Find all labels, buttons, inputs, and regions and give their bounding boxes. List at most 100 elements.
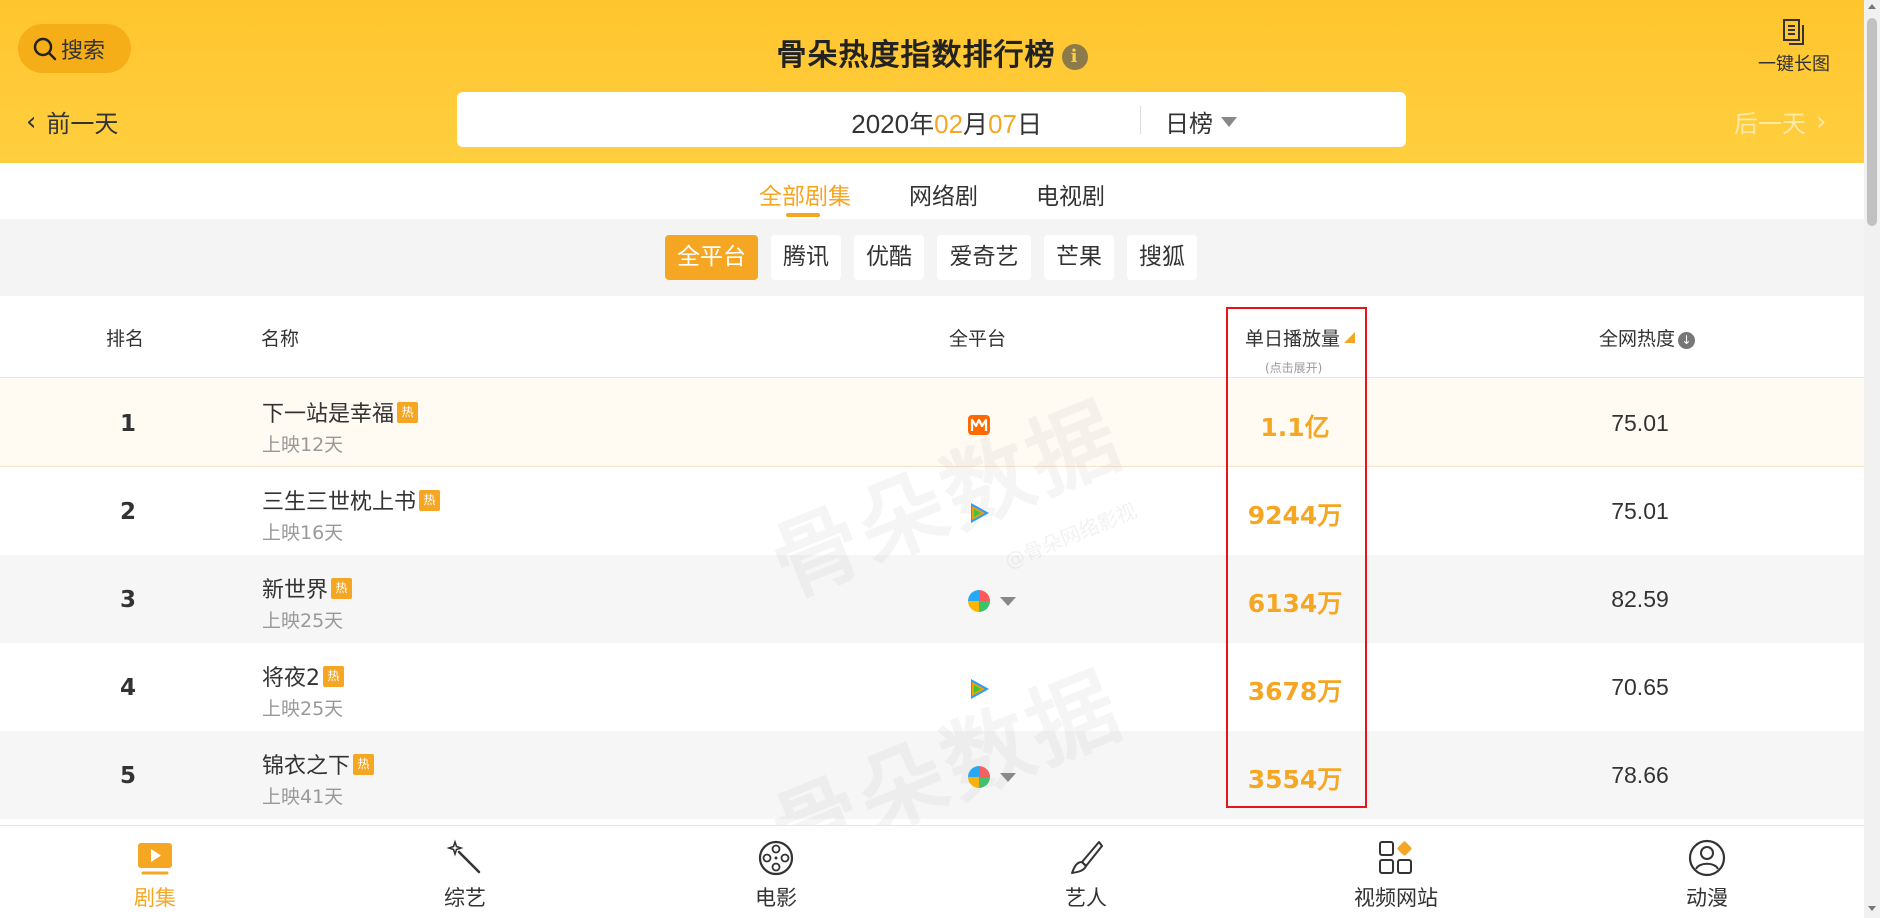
row-release-days: 上映12天 <box>262 434 344 456</box>
nav-series[interactable]: 剧集 <box>100 838 210 912</box>
header-platform: 全平台 <box>949 328 1007 350</box>
sort-indicator-icon <box>1344 332 1356 343</box>
scrollbar[interactable] <box>1864 0 1880 918</box>
row-title-line: 三生三世枕上书热 <box>262 484 441 516</box>
row-heat: 70.65 <box>1611 674 1669 700</box>
header-daily-plays-hint[interactable]: (点击展开) <box>1265 359 1322 376</box>
next-day-label: 后一天 <box>1734 110 1806 138</box>
platform-iqiyi-button[interactable]: 爱奇艺 <box>937 235 1031 280</box>
category-tabs: 全部剧集 网络剧 电视剧 <box>0 163 1864 219</box>
row-rank: 1 <box>119 411 136 437</box>
platform-filter: 全平台 腾讯 优酷 爱奇艺 芒果 搜狐 <box>0 219 1864 296</box>
tab-tv-series[interactable]: 电视剧 <box>1036 177 1105 211</box>
row-title[interactable]: 锦衣之下 <box>262 748 350 780</box>
date-month: 02 <box>934 109 964 139</box>
platform-sohu-button[interactable]: 搜狐 <box>1127 235 1197 280</box>
scroll-up-arrow-icon[interactable] <box>1868 4 1876 9</box>
row-rank: 2 <box>119 499 136 525</box>
next-day-button[interactable]: 后一天 › <box>1734 104 1826 139</box>
hot-badge: 热 <box>397 401 419 423</box>
caret-down-icon[interactable] <box>1000 597 1016 606</box>
prev-day-label: 前一天 <box>46 110 119 138</box>
info-icon[interactable]: i <box>1061 44 1088 70</box>
nav-movie-label: 电影 <box>755 886 797 910</box>
table-row[interactable]: 3 新世界热上映25天 6134万 82.59 <box>0 555 1864 643</box>
scrollbar-thumb[interactable] <box>1867 18 1877 226</box>
date-display[interactable]: 2020年02月07日 <box>457 105 1142 141</box>
caret-down-icon[interactable] <box>1000 773 1016 782</box>
row-title[interactable]: 三生三世枕上书 <box>262 484 416 516</box>
chevron-left-icon: ‹ <box>26 106 37 137</box>
table-row[interactable]: 4 将夜2 热上映25天 3678万 70.65 <box>0 643 1864 731</box>
header-daily-plays-label: 单日播放量 <box>1245 328 1341 350</box>
multi-platform-icon <box>968 590 990 612</box>
nav-variety-label: 综艺 <box>444 886 486 910</box>
platform-mango-button[interactable]: 芒果 <box>1044 235 1114 280</box>
row-rank: 5 <box>119 763 136 789</box>
row-heat: 78.66 <box>1611 762 1669 788</box>
row-daily-plays: 3678万 <box>1247 677 1343 706</box>
hot-badge: 热 <box>419 489 441 511</box>
header-heat[interactable]: 全网热度 ↓ <box>1599 324 1696 351</box>
nav-artist[interactable]: 艺人 <box>1031 838 1141 912</box>
document-icon <box>1783 19 1804 45</box>
scroll-down-arrow-icon[interactable] <box>1868 906 1876 911</box>
row-title-line: 将夜2 热 <box>262 660 344 692</box>
row-daily-plays: 3554万 <box>1247 765 1343 794</box>
mango-icon <box>968 415 990 435</box>
film-reel-icon <box>758 840 794 876</box>
caret-down-icon <box>1221 116 1237 127</box>
hot-badge: 热 <box>323 665 344 687</box>
page-title-text: 骨朵热度指数排行榜 <box>776 38 1056 73</box>
table-row[interactable]: 5 锦衣之下热上映41天 3554万 78.66 <box>0 731 1864 819</box>
platform-all-button[interactable]: 全平台 <box>665 235 758 280</box>
nav-series-label: 剧集 <box>134 886 176 910</box>
nav-anime[interactable]: 动漫 <box>1652 838 1762 912</box>
header: 搜索 骨朵热度指数排行榜 i 一键长图 ‹ 前一天 2020年02月07日 日榜 … <box>0 0 1864 163</box>
header-rank: 排名 <box>106 328 145 350</box>
row-title[interactable]: 将夜2 <box>262 660 320 692</box>
row-release-days: 上映16天 <box>262 522 344 544</box>
platform-tencent-button[interactable]: 腾讯 <box>771 235 841 280</box>
header-name: 名称 <box>261 328 300 350</box>
row-release-days: 上映25天 <box>262 610 344 632</box>
date-selector[interactable]: 2020年02月07日 日榜 <box>457 92 1406 147</box>
magic-wand-icon <box>446 839 481 874</box>
table-header: 排名 名称 全平台 单日播放量 (点击展开) 全网热度 ↓ <box>0 296 1864 378</box>
row-heat: 75.01 <box>1611 498 1669 524</box>
arrow-down-circle-icon: ↓ <box>1678 332 1696 349</box>
hot-badge: 热 <box>331 577 353 599</box>
long-picture-button[interactable]: 一键长图 <box>1752 18 1836 76</box>
table-row[interactable]: 1 下一站是幸福热上映12天 1.1亿 75.01 <box>0 379 1864 467</box>
row-title-line: 下一站是幸福热 <box>262 396 419 428</box>
date-year-unit: 年 <box>909 110 935 139</box>
row-rank: 4 <box>119 675 136 701</box>
row-daily-plays: 1.1亿 <box>1260 413 1330 442</box>
chevron-right-icon: › <box>1816 106 1827 137</box>
header-daily-plays[interactable]: 单日播放量 <box>1245 324 1356 351</box>
row-title-line: 锦衣之下热 <box>262 748 375 780</box>
nav-variety[interactable]: 综艺 <box>410 838 520 912</box>
rank-type-label: 日榜 <box>1165 110 1213 138</box>
long-picture-label: 一键长图 <box>1758 54 1830 75</box>
bottom-nav: 剧集 综艺 电影 艺人 视频网站 动漫 <box>0 825 1864 918</box>
tab-all-series[interactable]: 全部剧集 <box>759 177 851 211</box>
prev-day-button[interactable]: ‹ 前一天 <box>26 104 118 139</box>
multi-platform-icon <box>968 766 990 788</box>
platform-youku-button[interactable]: 优酷 <box>854 235 924 280</box>
table-row[interactable]: 2 三生三世枕上书热上映16天 9244万 75.01 <box>0 467 1864 555</box>
row-title[interactable]: 新世界 <box>262 572 328 604</box>
apps-grid-icon <box>1379 841 1412 874</box>
row-title[interactable]: 下一站是幸福 <box>262 396 394 428</box>
page-title: 骨朵热度指数排行榜 i <box>0 30 1864 74</box>
rank-type-dropdown[interactable]: 日榜 <box>1165 104 1237 139</box>
row-rank: 3 <box>119 587 136 613</box>
nav-video-sites[interactable]: 视频网站 <box>1341 838 1451 912</box>
row-heat: 75.01 <box>1611 410 1669 436</box>
nav-movie[interactable]: 电影 <box>721 838 831 912</box>
tab-web-series[interactable]: 网络剧 <box>909 177 978 211</box>
row-release-days: 上映41天 <box>262 786 344 808</box>
row-release-days: 上映25天 <box>262 698 344 720</box>
date-day: 07 <box>988 109 1017 139</box>
date-month-unit: 月 <box>963 110 989 139</box>
